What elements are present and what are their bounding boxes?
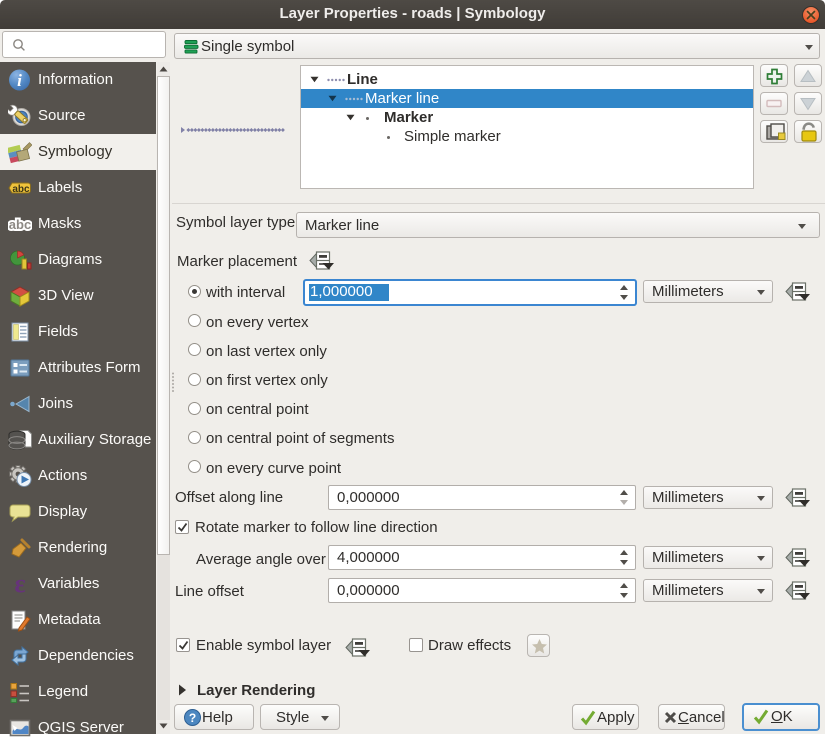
svg-text:abc: abc [12,184,30,195]
svg-text:abc: abc [9,217,31,232]
svg-text:i: i [17,71,22,90]
svg-text:ε: ε [14,572,25,596]
svg-text:?: ? [189,711,196,725]
